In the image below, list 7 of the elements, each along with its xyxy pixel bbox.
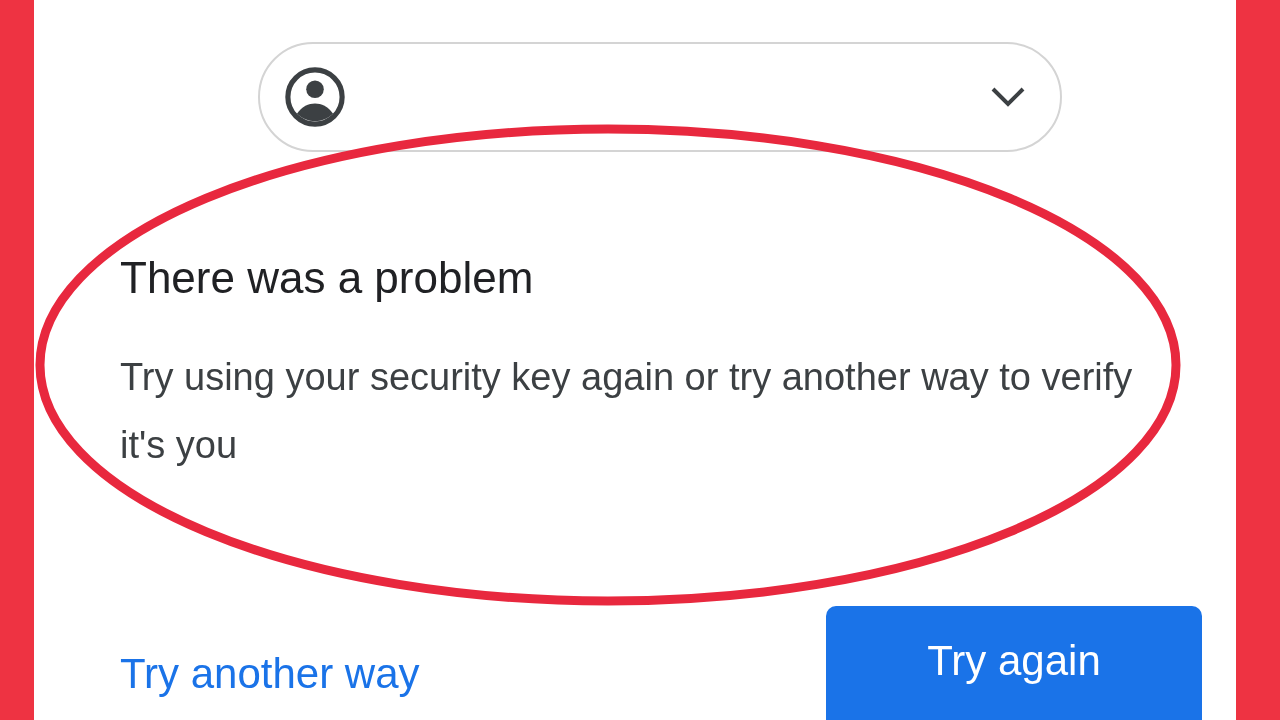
account-selector[interactable] <box>258 42 1062 152</box>
account-icon <box>284 66 346 128</box>
error-message: Try using your security key again or try another way to verify it's you <box>120 354 1134 469</box>
error-heading: There was a problem <box>120 252 535 304</box>
chevron-down-icon <box>990 86 1026 108</box>
try-another-way-link[interactable]: Try another way <box>120 642 420 705</box>
try-again-button[interactable]: Try again <box>826 606 1202 720</box>
